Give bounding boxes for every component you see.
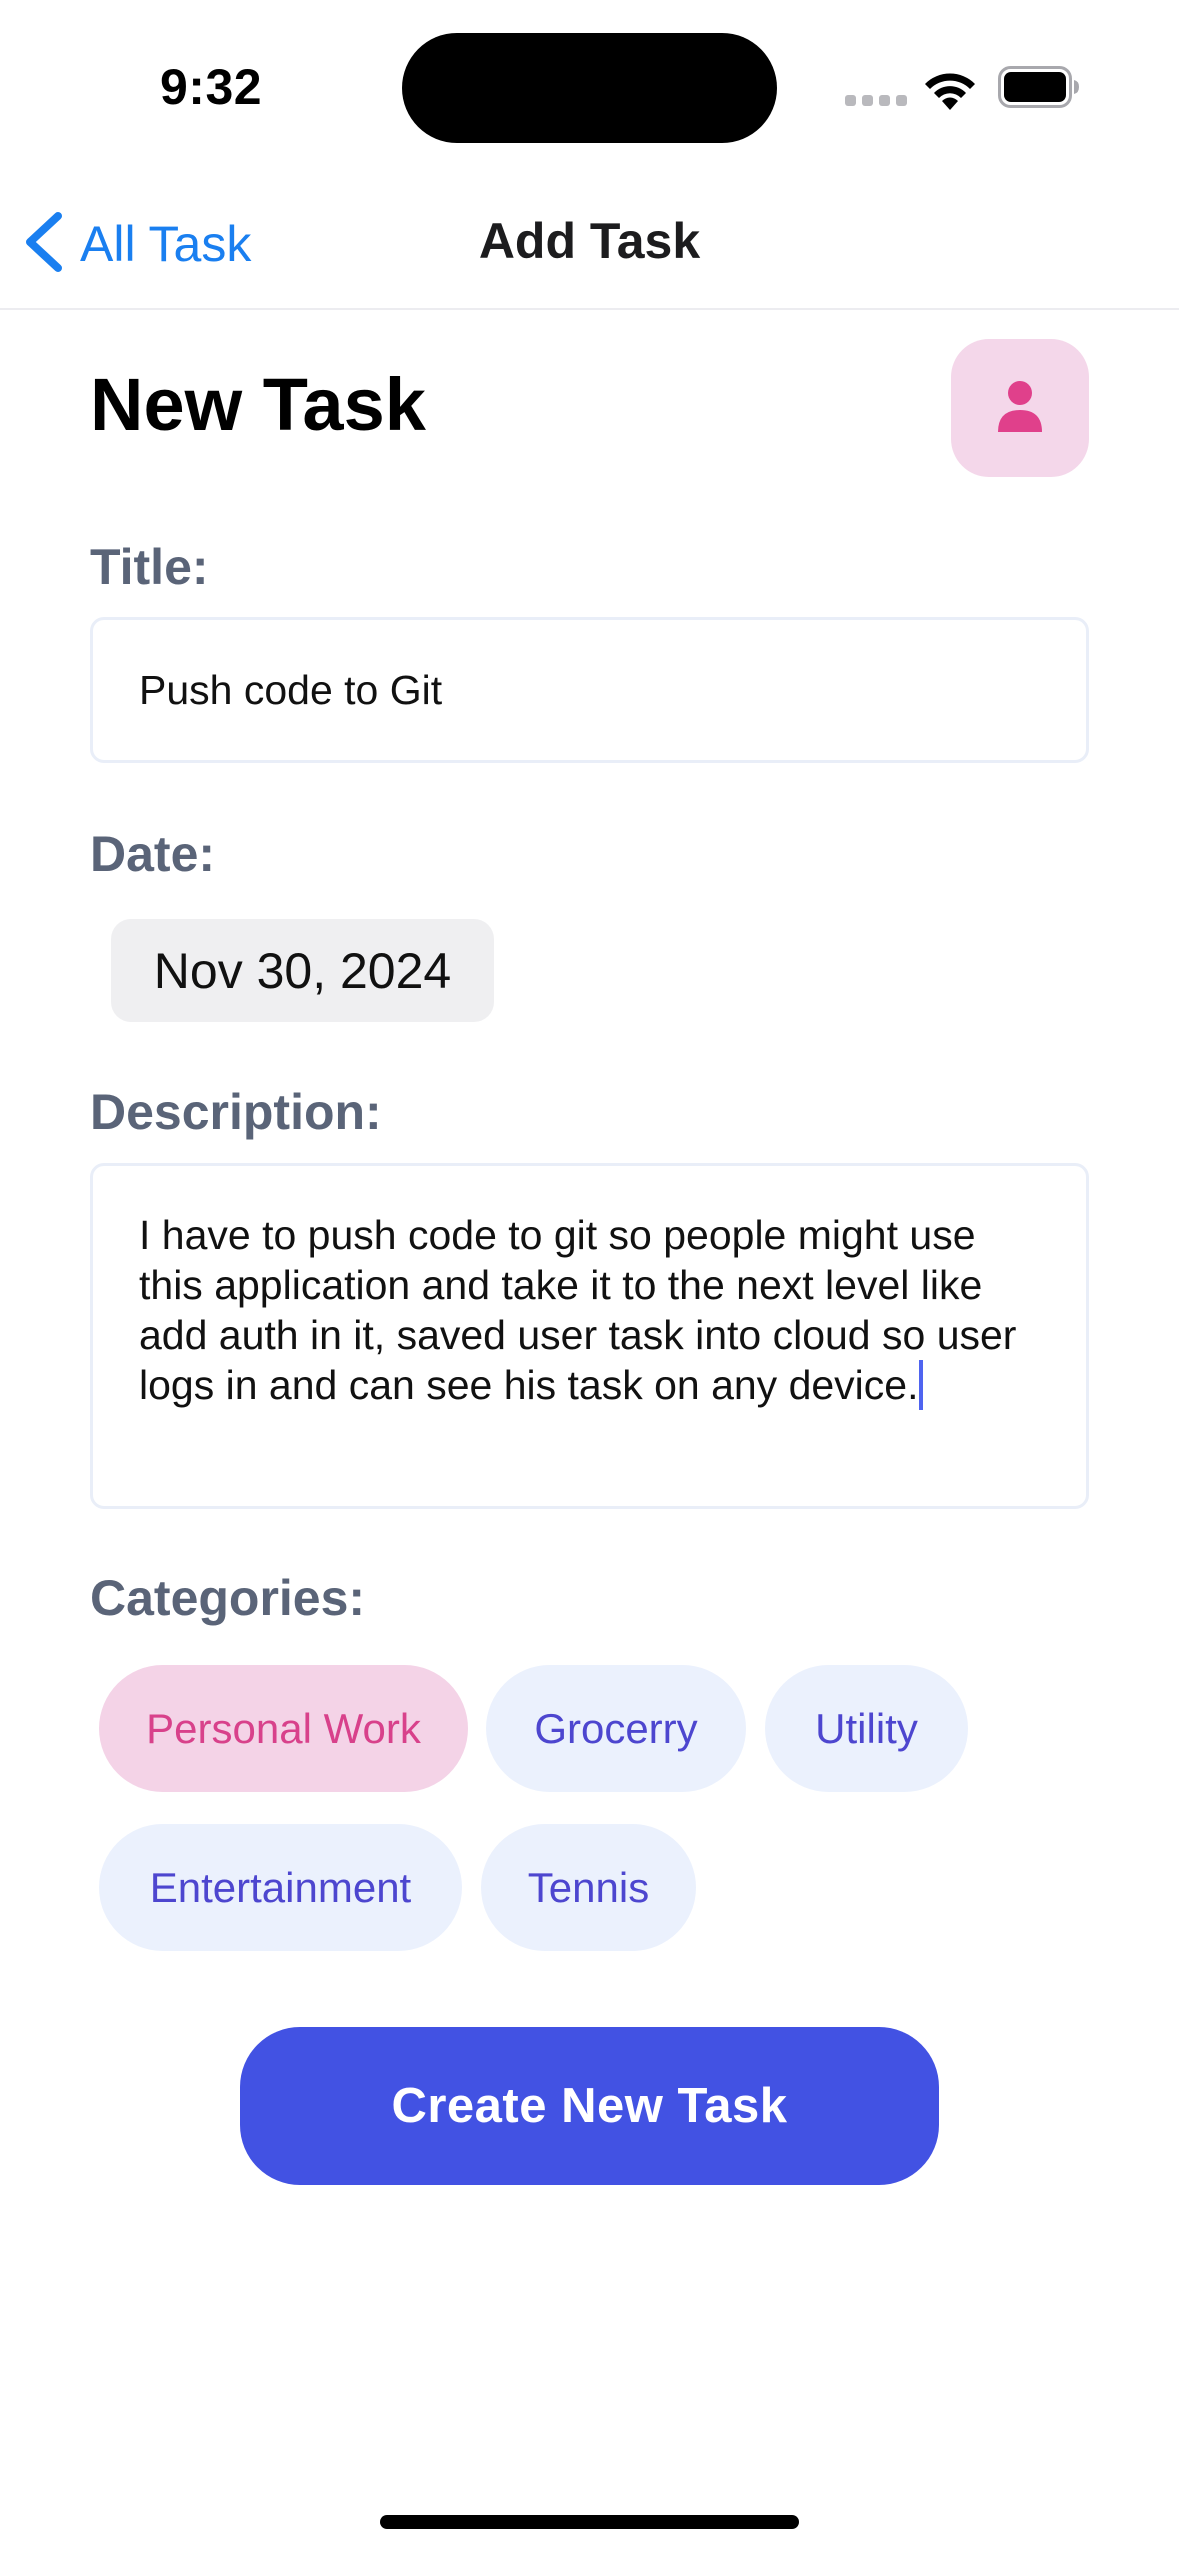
person-icon: [996, 378, 1044, 439]
category-chip-grocerry[interactable]: Grocerry: [486, 1665, 746, 1792]
nav-title: Add Task: [478, 213, 701, 269]
nav-divider: [0, 308, 1179, 310]
dynamic-island: [402, 33, 777, 143]
category-chip-personal-work[interactable]: Personal Work: [99, 1665, 468, 1792]
date-picker[interactable]: Nov 30, 2024: [111, 919, 494, 1022]
cellular-signal-icon: [845, 95, 907, 107]
categories-label: Categories:: [90, 1570, 366, 1626]
home-indicator: [380, 2515, 799, 2529]
description-label: Description:: [90, 1084, 382, 1140]
page-title: New Task: [90, 363, 426, 446]
title-label: Title:: [90, 539, 209, 595]
category-chip-tennis[interactable]: Tennis: [481, 1824, 696, 1951]
category-chip-utility[interactable]: Utility: [765, 1665, 968, 1792]
description-text: I have to push code to git so people mig…: [139, 1212, 1017, 1408]
battery-icon: [998, 66, 1080, 108]
wifi-icon: [922, 66, 978, 110]
status-time: 9:32: [160, 59, 263, 115]
date-label: Date:: [90, 826, 216, 882]
title-input[interactable]: Push code to Git: [90, 617, 1089, 763]
profile-button[interactable]: [951, 339, 1089, 477]
create-task-button[interactable]: Create New Task: [240, 2027, 939, 2185]
description-textarea[interactable]: I have to push code to git so people mig…: [90, 1163, 1089, 1509]
category-chip-entertainment[interactable]: Entertainment: [99, 1824, 462, 1951]
text-cursor: [919, 1360, 924, 1410]
